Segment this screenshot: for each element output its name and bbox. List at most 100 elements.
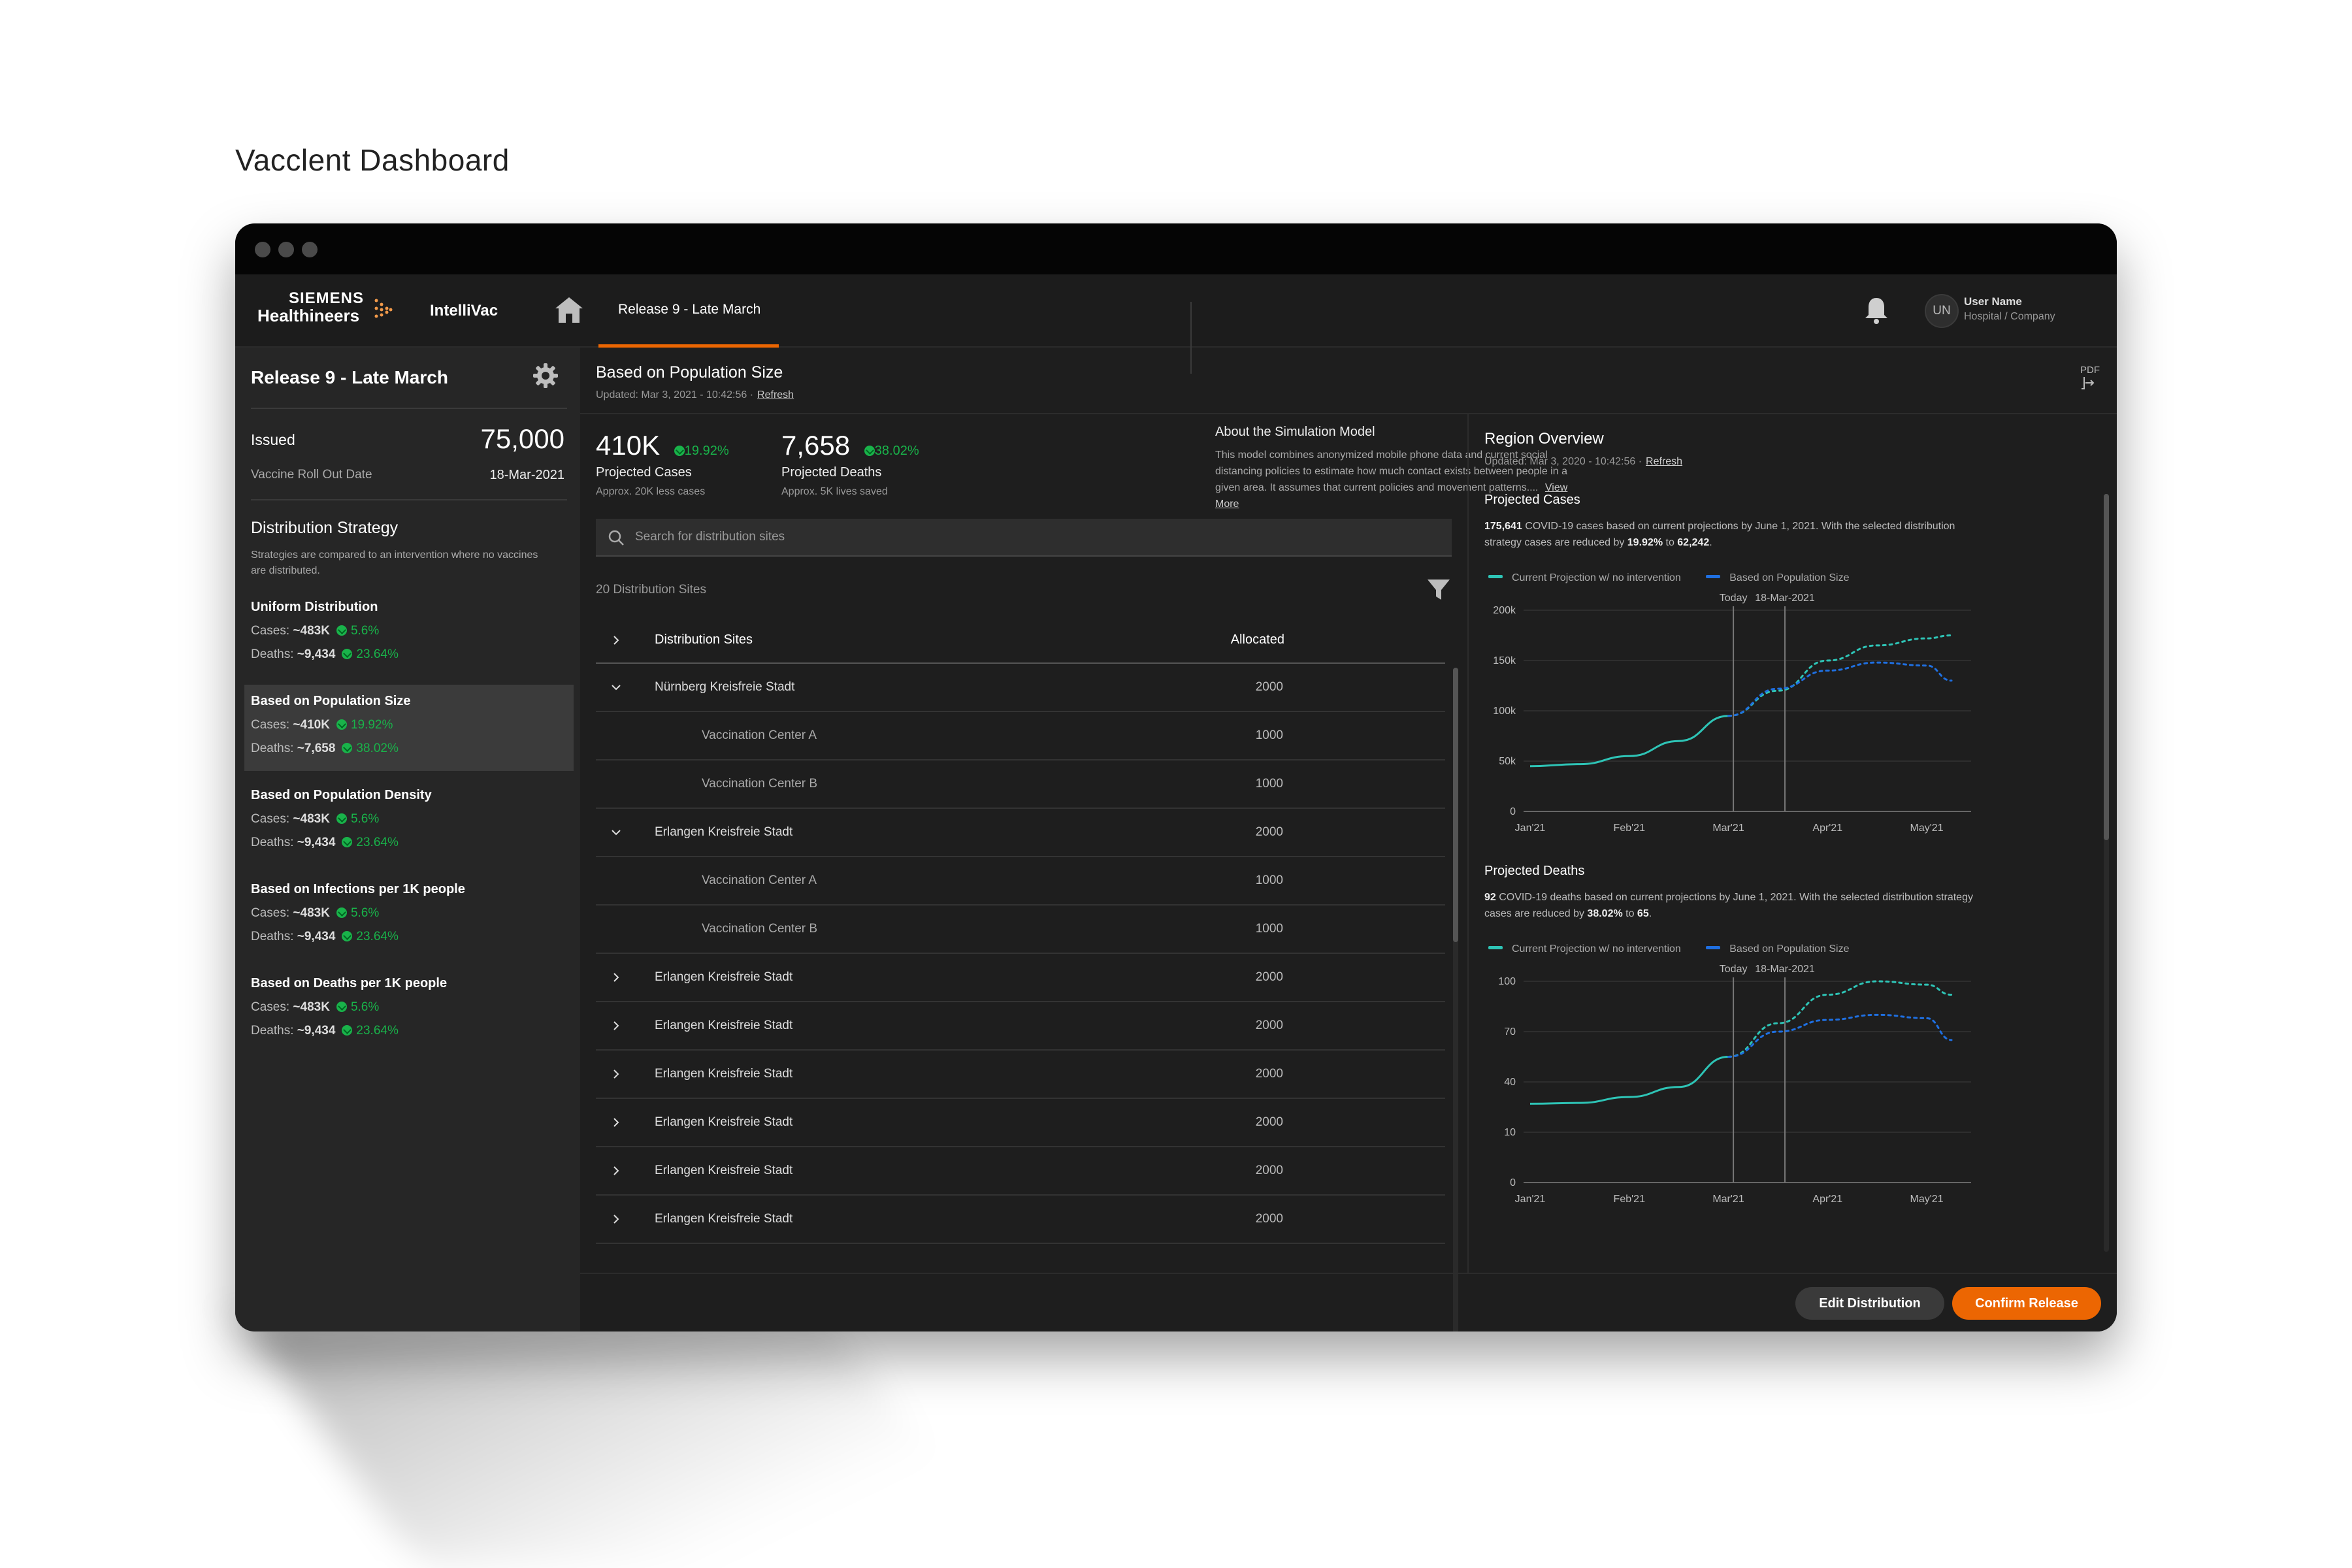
chevron-down-icon[interactable] bbox=[610, 826, 622, 838]
strategy-deaths: Deaths: ~9,434 23.64% bbox=[251, 930, 399, 943]
strategy-item-population-size[interactable]: Based on Population Size Cases: ~410K 19.… bbox=[244, 685, 574, 771]
window-shadow bbox=[248, 1326, 1002, 1561]
site-name: Vaccination Center A bbox=[702, 728, 817, 742]
table-row[interactable]: Erlangen Kreisfreie Stadt 2000 bbox=[596, 809, 1445, 857]
site-allocated: 2000 bbox=[1255, 1115, 1283, 1129]
strategy-description: Strategies are compared to an interventi… bbox=[251, 549, 538, 576]
close-dot[interactable] bbox=[255, 242, 270, 257]
divider bbox=[1190, 302, 1192, 374]
chevron-down-icon[interactable] bbox=[610, 681, 622, 693]
product-name[interactable]: IntelliVac bbox=[430, 302, 498, 320]
minimize-dot[interactable] bbox=[278, 242, 294, 257]
brand-dots-icon bbox=[374, 299, 393, 318]
trend-down-icon bbox=[342, 931, 353, 941]
y-tick-label: 0 bbox=[1510, 806, 1516, 817]
site-allocated: 2000 bbox=[1255, 970, 1283, 984]
chevron-right-icon[interactable] bbox=[610, 972, 622, 983]
strategy-item-uniform[interactable]: Uniform Distribution Cases: ~483K 5.6% De… bbox=[244, 591, 574, 677]
deaths-chart: 0 10 40 70 100 Jan'21 Feb'21 Mar'21 Apr'21 May'21… bbox=[1498, 964, 1971, 1205]
strategy-deaths: Deaths: ~9,434 23.64% bbox=[251, 836, 399, 849]
refresh-link[interactable]: Refresh bbox=[757, 389, 794, 400]
strategy-name: Based on Infections per 1K people bbox=[251, 882, 465, 896]
strategy-cases: Cases: ~483K 5.6% bbox=[251, 1000, 380, 1014]
region-refresh-link[interactable]: Refresh bbox=[1646, 456, 1682, 467]
series-line bbox=[1727, 661, 1953, 717]
site-name: Erlangen Kreisfreie Stadt bbox=[655, 1164, 793, 1177]
bell-icon[interactable] bbox=[1862, 295, 1891, 325]
strategy-cases: Cases: ~483K 5.6% bbox=[251, 906, 380, 920]
top-navbar: SIEMENS Healthineers IntelliVac Release … bbox=[235, 274, 2117, 348]
issued-value: 75,000 bbox=[480, 423, 564, 454]
filter-icon[interactable] bbox=[1426, 576, 1452, 602]
chevron-right-icon[interactable] bbox=[610, 1213, 622, 1225]
pdf-export-icon[interactable]: PDF bbox=[2080, 365, 2109, 397]
region-updated: Updated: Mar 3, 2020 - 10:42:56 · Refresh bbox=[1484, 456, 1683, 467]
trend-down-icon bbox=[336, 813, 347, 824]
series-line bbox=[1727, 1013, 1953, 1058]
user-name[interactable]: User Name bbox=[1964, 295, 2022, 308]
home-icon[interactable] bbox=[554, 295, 584, 324]
legend-current-label: Current Projection w/ no intervention bbox=[1512, 572, 1681, 583]
table-row[interactable]: Erlangen Kreisfreie Stadt 2000 bbox=[596, 1002, 1445, 1051]
x-tick-label: Mar'21 bbox=[1712, 1194, 1744, 1205]
strategy-name: Uniform Distribution bbox=[251, 600, 378, 614]
cases-chart-header: Projected Cases 175,641 COVID-19 cases b… bbox=[1484, 493, 1994, 551]
strategy-cases: Cases: ~483K 5.6% bbox=[251, 812, 380, 826]
avatar[interactable]: UN bbox=[1925, 294, 1959, 328]
site-allocated: 2000 bbox=[1255, 1212, 1283, 1226]
kpi-cases-label: Projected Cases bbox=[596, 465, 692, 480]
site-allocated: 2000 bbox=[1255, 680, 1283, 694]
table-row[interactable]: Erlangen Kreisfreie Stadt 2000 bbox=[596, 1196, 1445, 1244]
legend-swatch-current bbox=[1488, 946, 1503, 949]
legend-based-label: Based on Population Size bbox=[1729, 572, 1850, 583]
x-tick-label: Apr'21 bbox=[1812, 823, 1842, 834]
column-header-sites[interactable]: Distribution Sites bbox=[655, 632, 753, 647]
x-tick-label: Mar'21 bbox=[1712, 823, 1744, 834]
table-row[interactable]: Nürnberg Kreisfreie Stadt 2000 bbox=[596, 664, 1445, 712]
strategy-item-infections[interactable]: Based on Infections per 1K people Cases:… bbox=[244, 873, 574, 959]
chevron-right-icon[interactable] bbox=[610, 1020, 622, 1032]
distribution-table: Distribution Sites Allocated Nürnberg Kr… bbox=[596, 617, 1445, 1244]
x-tick-label: Apr'21 bbox=[1812, 1194, 1842, 1205]
y-tick-label: 200k bbox=[1493, 605, 1516, 616]
chevron-right-icon[interactable] bbox=[610, 1068, 622, 1080]
search-input[interactable] bbox=[635, 519, 1432, 555]
column-header-allocated[interactable]: Allocated bbox=[1231, 632, 1284, 647]
table-row[interactable]: Vaccination Center B 1000 bbox=[596, 760, 1445, 809]
chevron-right-icon[interactable] bbox=[610, 1117, 622, 1128]
deaths-chart-title: Projected Deaths bbox=[1484, 864, 1585, 878]
y-tick-label: 0 bbox=[1510, 1177, 1516, 1188]
confirm-release-button[interactable]: Confirm Release bbox=[1952, 1287, 2101, 1320]
strategy-item-deaths[interactable]: Based on Deaths per 1K people Cases: ~48… bbox=[244, 967, 574, 1053]
x-tick-label: May'21 bbox=[1910, 1194, 1944, 1205]
tab-release-9[interactable]: Release 9 - Late March bbox=[598, 274, 779, 348]
sidebar: Release 9 - Late March Issued 75,000 Vac… bbox=[235, 348, 580, 1331]
page-title: Vacclent Dashboard bbox=[235, 143, 510, 177]
trend-down-icon bbox=[342, 1025, 353, 1036]
table-row[interactable]: Vaccination Center A 1000 bbox=[596, 857, 1445, 906]
table-row[interactable]: Erlangen Kreisfreie Stadt 2000 bbox=[596, 1147, 1445, 1196]
window-titlebar bbox=[235, 223, 2117, 274]
strategy-item-population-density[interactable]: Based on Population Density Cases: ~483K… bbox=[244, 779, 574, 865]
table-row[interactable]: Erlangen Kreisfreie Stadt 2000 bbox=[596, 1099, 1445, 1147]
strategy-deaths: Deaths: ~7,658 38.02% bbox=[251, 742, 399, 755]
user-org: Hospital / Company bbox=[1964, 311, 2055, 322]
table-scrollbar-thumb[interactable] bbox=[1453, 668, 1458, 942]
brand-logo[interactable]: SIEMENS Healthineers bbox=[257, 290, 364, 325]
trend-down-icon bbox=[342, 649, 353, 659]
table-row[interactable]: Erlangen Kreisfreie Stadt 2000 bbox=[596, 1051, 1445, 1099]
site-name: Nürnberg Kreisfreie Stadt bbox=[655, 680, 795, 694]
site-allocated: 2000 bbox=[1255, 1019, 1283, 1032]
edit-distribution-button[interactable]: Edit Distribution bbox=[1795, 1287, 1944, 1320]
maximize-dot[interactable] bbox=[302, 242, 318, 257]
kpi-deaths-label: Projected Deaths bbox=[781, 465, 882, 480]
table-row[interactable]: Vaccination Center A 1000 bbox=[596, 712, 1445, 760]
legend-swatch-current bbox=[1488, 575, 1503, 578]
chevron-right-icon[interactable] bbox=[610, 1165, 622, 1177]
divider bbox=[580, 1273, 2117, 1274]
table-row[interactable]: Vaccination Center B 1000 bbox=[596, 906, 1445, 954]
table-row[interactable]: Erlangen Kreisfreie Stadt 2000 bbox=[596, 954, 1445, 1002]
chevron-right-icon[interactable] bbox=[610, 634, 622, 646]
region-scrollbar-thumb[interactable] bbox=[2104, 494, 2109, 840]
gear-icon[interactable] bbox=[532, 362, 559, 389]
